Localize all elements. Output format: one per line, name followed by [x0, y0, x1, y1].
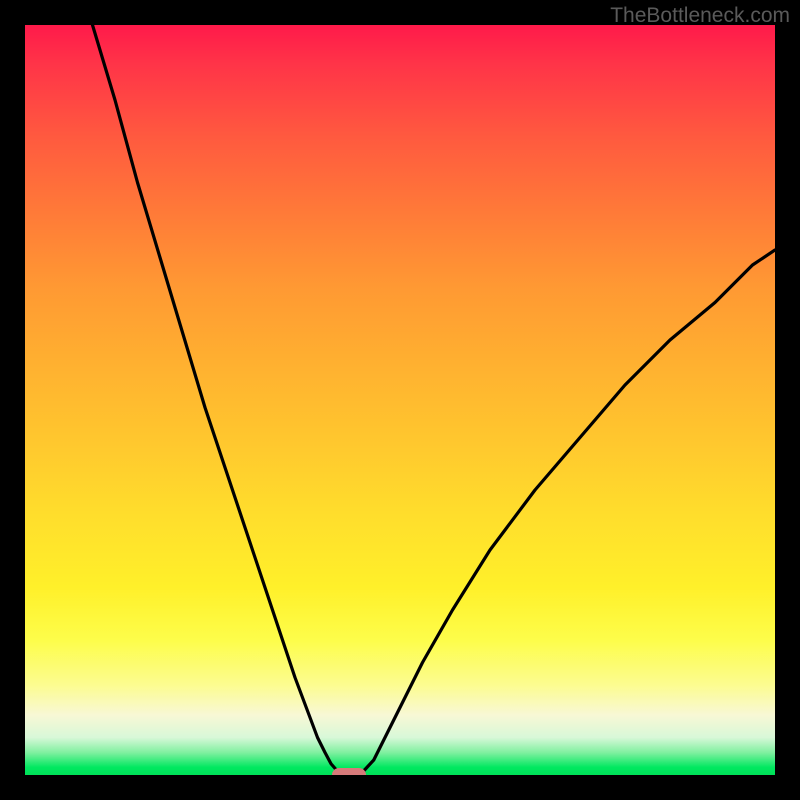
left-curve	[93, 25, 341, 775]
curve-overlay	[25, 25, 775, 775]
attribution-text: TheBottleneck.com	[610, 4, 790, 28]
optimum-marker	[332, 768, 366, 775]
right-curve	[359, 250, 775, 775]
plot-area	[25, 25, 775, 775]
